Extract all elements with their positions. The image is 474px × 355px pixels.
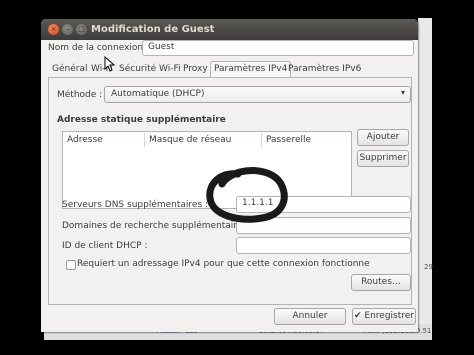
column-header-netmask[interactable]: Masque de réseau — [145, 133, 262, 147]
tab-wifi-security[interactable]: Sécurité Wi-Fi — [116, 62, 184, 77]
method-value: Automatique (DHCP) — [111, 89, 205, 99]
method-select[interactable]: Automatique (DHCP) ▾ — [104, 86, 411, 103]
minimize-icon: – — [65, 25, 70, 33]
mouse-pointer-icon — [104, 56, 116, 72]
tab-ipv6-settings[interactable]: Paramètres IPv6 — [285, 62, 364, 77]
connection-name-label: Nom de la connexion : — [48, 43, 150, 53]
method-label: Méthode : — [57, 90, 103, 100]
close-icon: × — [50, 25, 57, 33]
add-address-button[interactable]: Ajouter — [357, 129, 409, 146]
remove-address-button[interactable]: Supprimer — [357, 150, 409, 167]
tab-proxy[interactable]: Proxy — [180, 62, 211, 77]
chevron-down-icon: ▾ — [400, 88, 405, 97]
background-text: 29 — [424, 263, 433, 271]
title-bar[interactable]: × – □ Modification de Guest — [41, 19, 418, 40]
dhcp-client-id-field[interactable] — [236, 237, 411, 254]
tab-ipv4-settings[interactable]: Paramètres IPv4 — [210, 61, 292, 78]
dhcp-client-id-label: ID de client DHCP : — [62, 241, 148, 251]
window-title: Modification de Guest — [91, 24, 215, 35]
checkmark-icon: ✔ — [353, 311, 362, 321]
column-header-address[interactable]: Adresse — [63, 133, 145, 147]
require-ipv4-checkbox[interactable] — [66, 260, 76, 270]
column-header-gateway[interactable]: Passerelle — [262, 133, 351, 147]
cancel-button[interactable]: Annuler — [274, 308, 346, 325]
tab-general[interactable]: Général — [49, 62, 90, 77]
hand-drawn-circle-annotation — [206, 167, 288, 223]
background-window: 29 01 — [418, 18, 433, 340]
minimize-button[interactable]: – — [62, 24, 73, 35]
maximize-icon: □ — [78, 25, 85, 33]
routes-button[interactable]: Routes… — [351, 274, 411, 291]
close-button[interactable]: × — [48, 24, 59, 35]
save-button-label: Enregistrer — [364, 311, 415, 321]
dns-servers-label: Serveurs DNS supplémentaires : — [62, 200, 209, 210]
require-ipv4-label[interactable]: Requiert un adressage IPv4 pour que cett… — [77, 259, 370, 269]
static-address-section-title: Adresse statique supplémentaire — [57, 115, 226, 125]
connection-name-field[interactable]: Guest — [142, 40, 414, 56]
maximize-button[interactable]: □ — [76, 24, 87, 35]
save-button[interactable]: ✔ Enregistrer — [352, 308, 416, 325]
